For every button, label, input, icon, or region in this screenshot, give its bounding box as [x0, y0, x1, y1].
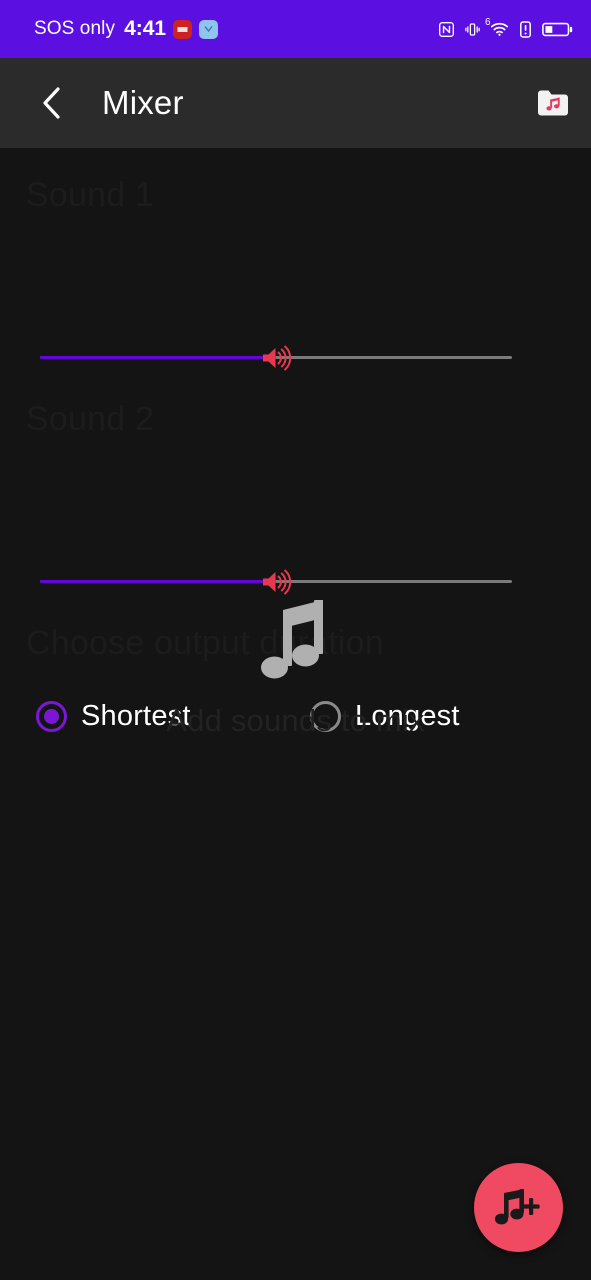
radio-inner-dot [44, 709, 59, 724]
radio-option-longest[interactable]: Longest [310, 700, 460, 733]
main-content: Sound 1 Sound 2 Choose output duration S… [0, 148, 591, 1280]
wifi-icon: 6 [485, 18, 509, 37]
sound-1-volume-slider[interactable] [40, 345, 512, 371]
status-bar-right: 6 [438, 18, 573, 38]
slider-track-fill [40, 356, 276, 359]
app-bar: Mixer [0, 58, 591, 148]
sound-folder-button[interactable] [533, 83, 573, 123]
status-bar: SOS only 4:41 6 [0, 0, 591, 58]
radio-option-shortest[interactable]: Shortest [36, 700, 191, 733]
radio-label-shortest: Shortest [81, 700, 191, 732]
output-duration-heading: Choose output duration [26, 624, 384, 662]
alert-icon [518, 20, 533, 38]
back-button[interactable] [30, 81, 74, 125]
app-screen: SOS only 4:41 6 Mixer Sound 1 Sound 2 Ch… [0, 0, 591, 1280]
status-bar-left: SOS only 4:41 [34, 17, 219, 41]
radio-button-unselected-icon [310, 701, 341, 732]
carrier-label: SOS only [34, 18, 116, 39]
red-app-badge-icon [173, 19, 193, 39]
sound-1-label: Sound 1 [26, 176, 155, 214]
radio-button-selected-icon [36, 701, 67, 732]
blue-app-badge-icon [199, 19, 219, 39]
slider-thumb-speaker-icon[interactable] [259, 567, 293, 597]
slider-thumb-speaker-icon[interactable] [259, 343, 293, 373]
sound-2-volume-slider[interactable] [40, 569, 512, 595]
clock-label: 4:41 [124, 17, 167, 40]
page-title: Mixer [102, 84, 184, 121]
add-sound-fab[interactable] [474, 1163, 563, 1252]
radio-label-longest: Longest [355, 700, 460, 732]
output-duration-options: Shortest Longest [0, 700, 591, 752]
wifi-generation-label: 6 [485, 17, 491, 28]
nfc-icon [438, 21, 455, 38]
vibrate-icon [464, 21, 481, 38]
slider-track-fill [40, 580, 276, 583]
battery-icon [542, 21, 573, 38]
sound-2-label: Sound 2 [26, 400, 155, 438]
